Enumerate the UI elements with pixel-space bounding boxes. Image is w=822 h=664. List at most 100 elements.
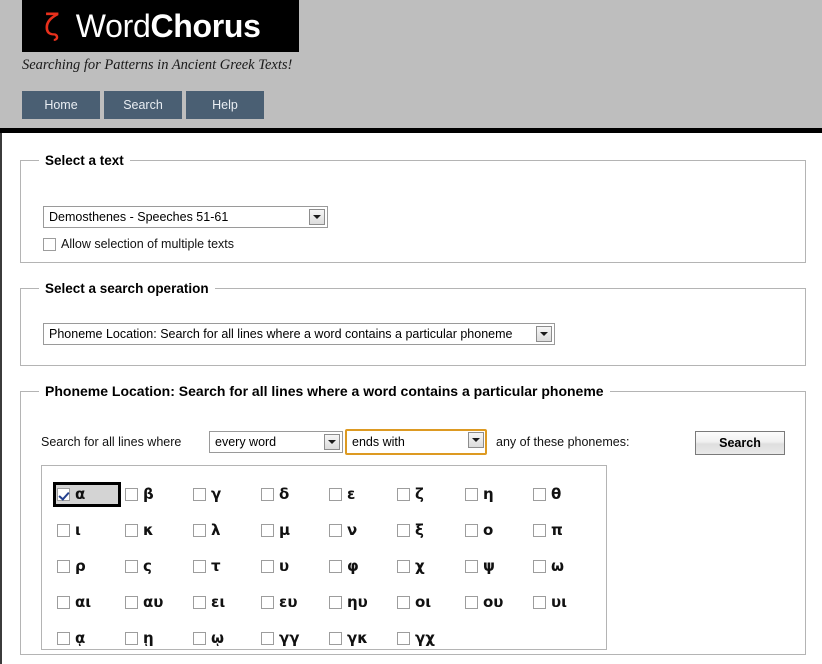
phoneme-option-ρ[interactable]: ρ (53, 554, 121, 579)
phoneme-option-χ[interactable]: χ (393, 554, 461, 579)
phoneme-option-α[interactable]: α (53, 481, 121, 507)
phoneme-option-η[interactable]: η (461, 482, 529, 507)
chevron-down-icon[interactable] (309, 209, 325, 225)
checkbox-box[interactable] (533, 487, 546, 501)
phoneme-option-ζ[interactable]: ζ (393, 482, 461, 507)
checkbox-box[interactable] (57, 523, 70, 537)
checkbox-box[interactable] (125, 559, 138, 573)
operation-select[interactable]: Phoneme Location: Search for all lines w… (43, 323, 555, 345)
checkbox-box[interactable] (125, 487, 138, 501)
checkbox-box[interactable] (397, 595, 410, 609)
phoneme-option-ω[interactable]: ω (529, 554, 597, 579)
phoneme-option-μ[interactable]: μ (257, 518, 325, 543)
phoneme-option-γχ[interactable]: γχ (393, 626, 461, 651)
phoneme-label: η (483, 484, 494, 503)
checkbox-box[interactable] (43, 237, 56, 251)
phoneme-option-γγ[interactable]: γγ (257, 626, 325, 651)
checkbox-box[interactable] (261, 559, 274, 573)
phoneme-option-ου[interactable]: ου (461, 590, 529, 615)
nav-item-help[interactable]: Help (186, 91, 264, 119)
phoneme-option-ῳ[interactable]: ῳ (189, 626, 257, 651)
checkbox-box[interactable] (533, 523, 546, 537)
phoneme-option-π[interactable]: π (529, 518, 597, 543)
checkbox-box[interactable] (397, 487, 410, 501)
checkbox-box[interactable] (261, 487, 274, 501)
checkbox-box[interactable] (533, 595, 546, 609)
search-button[interactable]: Search (695, 431, 785, 455)
phoneme-option-ᾳ[interactable]: ᾳ (53, 626, 121, 651)
phoneme-option-αυ[interactable]: αυ (121, 590, 189, 615)
phoneme-label: ψ (483, 556, 495, 575)
checkbox-box[interactable] (329, 595, 342, 609)
phoneme-label: γκ (347, 628, 368, 647)
checkbox-box[interactable] (57, 595, 70, 609)
position-select[interactable]: ends with (345, 429, 487, 455)
checkbox-box[interactable] (193, 631, 206, 645)
phoneme-option-ῃ[interactable]: ῃ (121, 626, 189, 651)
checkbox-box[interactable] (193, 487, 206, 501)
select-text-section: Select a text Demosthenes - Speeches 51-… (20, 153, 806, 263)
phoneme-option-β[interactable]: β (121, 482, 189, 507)
checkbox-box[interactable] (193, 559, 206, 573)
checkbox-box[interactable] (57, 631, 70, 645)
checkbox-box[interactable] (193, 595, 206, 609)
allow-multiple-texts-checkbox[interactable]: Allow selection of multiple texts (43, 237, 234, 251)
checkbox-box[interactable] (465, 523, 478, 537)
checkbox-box[interactable] (261, 523, 274, 537)
phoneme-option-ευ[interactable]: ευ (257, 590, 325, 615)
phoneme-label: μ (279, 520, 291, 539)
checkbox-box[interactable] (397, 631, 410, 645)
checkbox-box[interactable] (125, 595, 138, 609)
checkbox-box[interactable] (193, 523, 206, 537)
nav-item-search[interactable]: Search (104, 91, 182, 119)
phoneme-option-οι[interactable]: οι (393, 590, 461, 615)
phoneme-option-ει[interactable]: ει (189, 590, 257, 615)
phoneme-option-ι[interactable]: ι (53, 518, 121, 543)
checkbox-box[interactable] (57, 487, 70, 501)
checkbox-box[interactable] (329, 523, 342, 537)
checkbox-box[interactable] (261, 631, 274, 645)
checkbox-box[interactable] (125, 631, 138, 645)
phoneme-option-γκ[interactable]: γκ (325, 626, 393, 651)
phoneme-option-ς[interactable]: ς (121, 554, 189, 579)
phoneme-option-ξ[interactable]: ξ (393, 518, 461, 543)
checkbox-box[interactable] (397, 523, 410, 537)
chevron-down-icon[interactable] (536, 326, 552, 342)
phoneme-label: δ (279, 484, 290, 503)
phoneme-label: χ (415, 556, 425, 575)
checkbox-box[interactable] (261, 595, 274, 609)
checkbox-box[interactable] (329, 631, 342, 645)
checkbox-box[interactable] (397, 559, 410, 573)
checkbox-box[interactable] (465, 559, 478, 573)
main-navigation: Home Search Help (22, 91, 264, 119)
phoneme-option-ψ[interactable]: ψ (461, 554, 529, 579)
chevron-down-icon[interactable] (324, 434, 340, 450)
phoneme-option-δ[interactable]: δ (257, 482, 325, 507)
phoneme-option-ο[interactable]: ο (461, 518, 529, 543)
phoneme-option-φ[interactable]: φ (325, 554, 393, 579)
phoneme-option-αι[interactable]: αι (53, 590, 121, 615)
phoneme-option-λ[interactable]: λ (189, 518, 257, 543)
phoneme-option-ηυ[interactable]: ηυ (325, 590, 393, 615)
checkbox-box[interactable] (329, 487, 342, 501)
phoneme-option-τ[interactable]: τ (189, 554, 257, 579)
phoneme-option-γ[interactable]: γ (189, 482, 257, 507)
checkbox-box[interactable] (125, 523, 138, 537)
checkbox-box[interactable] (465, 595, 478, 609)
phoneme-grid: α β γ δ ε ζ η θ ι κ λ μ ν ξ ο π ρ ς τ υ φ χ ψ ω αι αυ ει ευ ηυ οι ου υι… (41, 465, 607, 650)
nav-item-home[interactable]: Home (22, 91, 100, 119)
checkbox-box[interactable] (329, 559, 342, 573)
word-scope-select[interactable]: every word (209, 431, 343, 453)
phoneme-option-υι[interactable]: υι (529, 590, 597, 615)
phoneme-option-ν[interactable]: ν (325, 518, 393, 543)
phoneme-label: ᾳ (75, 628, 86, 647)
phoneme-option-κ[interactable]: κ (121, 518, 189, 543)
checkbox-box[interactable] (57, 559, 70, 573)
phoneme-option-υ[interactable]: υ (257, 554, 325, 579)
phoneme-option-ε[interactable]: ε (325, 482, 393, 507)
text-select[interactable]: Demosthenes - Speeches 51-61 (43, 206, 328, 228)
phoneme-option-θ[interactable]: θ (529, 482, 597, 507)
checkbox-box[interactable] (465, 487, 478, 501)
chevron-down-icon[interactable] (468, 432, 484, 448)
checkbox-box[interactable] (533, 559, 546, 573)
